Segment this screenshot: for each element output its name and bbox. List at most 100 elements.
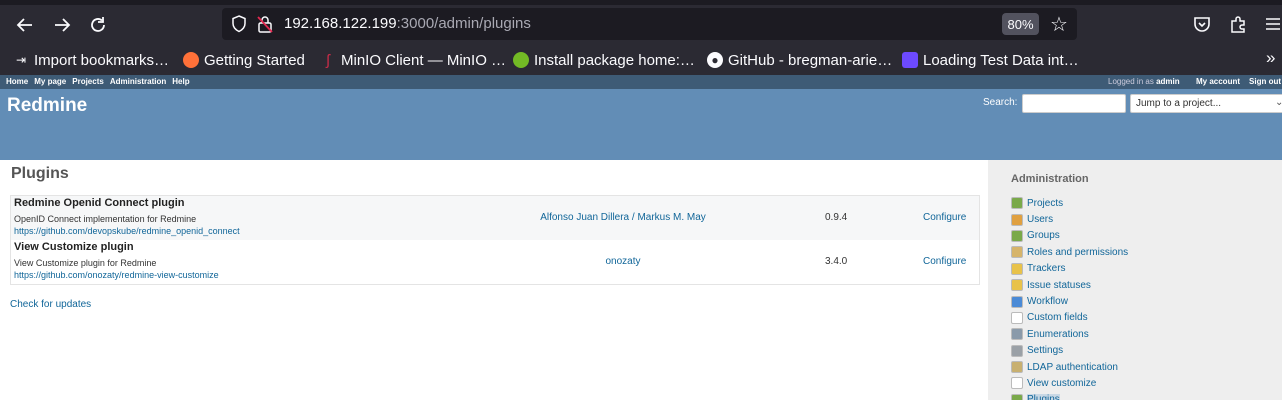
sidebar-item-label: Roles and permissions <box>1027 246 1129 258</box>
sidebar-item-label: Custom fields <box>1027 312 1088 324</box>
plugin-description: OpenID Connect implementation for Redmin… <box>14 214 197 224</box>
users-icon <box>1011 213 1023 226</box>
bookmark-github[interactable]: ● GitHub - bregman-arie… <box>707 49 892 71</box>
plugin-url-link[interactable]: https://github.com/onozaty/redmine-view-… <box>14 270 219 280</box>
import-icon: ⇥ <box>15 53 27 67</box>
proton-icon <box>902 52 918 68</box>
admin-menu: Projects Users Groups Roles and permissions… <box>1011 195 1128 400</box>
bookmark-getting-started[interactable]: Getting Started <box>183 49 305 71</box>
sidebar-item-label: Users <box>1027 214 1054 226</box>
search-input[interactable] <box>1022 94 1126 113</box>
github-icon: ● <box>707 52 723 68</box>
insecure-lock-icon[interactable] <box>257 15 273 33</box>
enumerations-icon <box>1011 328 1023 341</box>
view-customize-icon <box>1011 377 1023 390</box>
my-account-link[interactable]: My account <box>1196 77 1240 86</box>
custom-fields-icon <box>1011 311 1023 324</box>
configure-link[interactable]: Configure <box>923 256 966 267</box>
page-title: Plugins <box>11 165 69 182</box>
site-title[interactable]: Redmine <box>7 95 87 117</box>
configure-link[interactable]: Configure <box>923 212 966 223</box>
main-content: Plugins Redmine Openid Connect plugin Op… <box>0 160 988 400</box>
plugin-name: Redmine Openid Connect plugin <box>14 197 185 209</box>
arrow-left-icon <box>16 18 32 32</box>
sidebar-item-label: Workflow <box>1027 296 1068 308</box>
bookmarks-overflow-icon[interactable]: » <box>1266 48 1275 68</box>
extensions-icon[interactable] <box>1227 13 1249 35</box>
bookmark-minio[interactable]: ʃ MinIO Client — MinIO … <box>320 49 506 71</box>
sidebar-item-label: View customize <box>1027 377 1097 389</box>
table-row: Redmine Openid Connect plugin OpenID Con… <box>11 196 979 240</box>
top-menu-administration[interactable]: Administration <box>110 77 166 86</box>
hamburger-menu-icon[interactable] <box>1262 13 1282 35</box>
top-menu-my-page[interactable]: My page <box>34 77 66 86</box>
sidebar-item-trackers[interactable]: Trackers <box>1011 261 1128 277</box>
pocket-icon[interactable] <box>1191 13 1213 35</box>
zoom-level-button[interactable]: 80% <box>1002 13 1039 35</box>
sidebar-item-custom-fields[interactable]: Custom fields <box>1011 310 1128 326</box>
sidebar-item-groups[interactable]: Groups <box>1011 228 1128 244</box>
sidebar-item-projects[interactable]: Projects <box>1011 195 1128 211</box>
sidebar-item-label: Enumerations <box>1027 328 1089 340</box>
sign-out-link[interactable]: Sign out <box>1249 77 1281 86</box>
sidebar-item-ldap-authentication[interactable]: LDAP authentication <box>1011 359 1128 375</box>
firefox-icon <box>183 52 199 68</box>
sidebar-item-roles-and-permissions[interactable]: Roles and permissions <box>1011 244 1128 260</box>
bookmark-loading-test-data[interactable]: Loading Test Data int… <box>902 49 1079 71</box>
redmine-page: Home My page Projects Administration Hel… <box>0 75 1282 400</box>
address-bar[interactable]: 192.168.122.199:3000/admin/plugins 80% ☆ <box>222 8 1077 40</box>
sidebar-item-workflow[interactable]: Workflow <box>1011 293 1128 309</box>
logged-in-as: Logged in as admin <box>1108 77 1180 86</box>
trackers-icon <box>1011 262 1023 275</box>
sidebar: Administration Projects Users Groups Roles … <box>988 160 1282 400</box>
browser-chrome: 192.168.122.199:3000/admin/plugins 80% ☆… <box>0 0 1282 75</box>
forward-button[interactable] <box>49 12 75 38</box>
url-host: 192.168.122.199 <box>284 15 397 32</box>
reload-icon <box>91 17 105 32</box>
top-menu-help[interactable]: Help <box>172 77 189 86</box>
top-menu-projects[interactable]: Projects <box>72 77 104 86</box>
minio-icon: ʃ <box>326 51 330 69</box>
shield-icon[interactable] <box>231 15 247 33</box>
url-path: :3000/admin/plugins <box>396 15 531 32</box>
bookmarks-toolbar: ⇥ Import bookmarks… Getting Started ʃ MinI… <box>0 46 1282 73</box>
plugin-url-link[interactable]: https://github.com/devopskube/redmine_op… <box>14 226 240 236</box>
search-label: Search: <box>983 97 1018 108</box>
sidebar-item-label: Issue statuses <box>1027 279 1091 291</box>
plugins-table: Redmine Openid Connect plugin OpenID Con… <box>10 195 980 285</box>
plugin-description: View Customize plugin for Redmine <box>14 258 157 268</box>
sidebar-item-enumerations[interactable]: Enumerations <box>1011 326 1128 342</box>
opensuse-icon <box>513 52 529 68</box>
check-for-updates-link[interactable]: Check for updates <box>10 299 91 310</box>
workflow-icon <box>1011 295 1023 308</box>
back-button[interactable] <box>12 12 38 38</box>
bookmark-install-package[interactable]: Install package home:… <box>513 49 695 71</box>
sidebar-title: Administration <box>1011 173 1089 185</box>
table-row: View Customize plugin View Customize plu… <box>11 240 979 284</box>
sidebar-item-plugins[interactable]: Plugins <box>1011 392 1128 400</box>
plugin-name: View Customize plugin <box>14 241 134 253</box>
reload-button[interactable] <box>85 12 111 38</box>
sidebar-item-settings[interactable]: Settings <box>1011 343 1128 359</box>
top-menu: Home My page Projects Administration Hel… <box>0 75 1282 89</box>
bookmark-import[interactable]: ⇥ Import bookmarks… <box>13 49 169 71</box>
sidebar-item-issue-statuses[interactable]: Issue statuses <box>1011 277 1128 293</box>
settings-icon <box>1011 344 1023 357</box>
sidebar-item-label: LDAP authentication <box>1027 361 1118 373</box>
site-header: Redmine Search: Jump to a project... ⌄ <box>0 89 1282 160</box>
sidebar-item-label: Trackers <box>1027 263 1066 275</box>
chevron-down-icon: ⌄ <box>1275 97 1282 108</box>
user-link[interactable]: admin <box>1156 77 1180 86</box>
top-menu-home[interactable]: Home <box>6 77 28 86</box>
roles-icon <box>1011 246 1023 259</box>
sidebar-item-users[interactable]: Users <box>1011 211 1128 227</box>
url-text[interactable]: 192.168.122.199:3000/admin/plugins <box>284 15 531 32</box>
sidebar-item-label: Plugins <box>1027 394 1060 400</box>
projects-icon <box>1011 197 1023 210</box>
bookmark-star-icon[interactable]: ☆ <box>1050 12 1068 37</box>
plugin-version: 3.4.0 <box>825 256 848 267</box>
plugin-version: 0.9.4 <box>825 212 848 223</box>
sidebar-item-view-customize[interactable]: View customize <box>1011 375 1128 391</box>
sidebar-item-label: Projects <box>1027 197 1064 209</box>
project-jump-select[interactable]: Jump to a project... ⌄ <box>1130 94 1282 113</box>
